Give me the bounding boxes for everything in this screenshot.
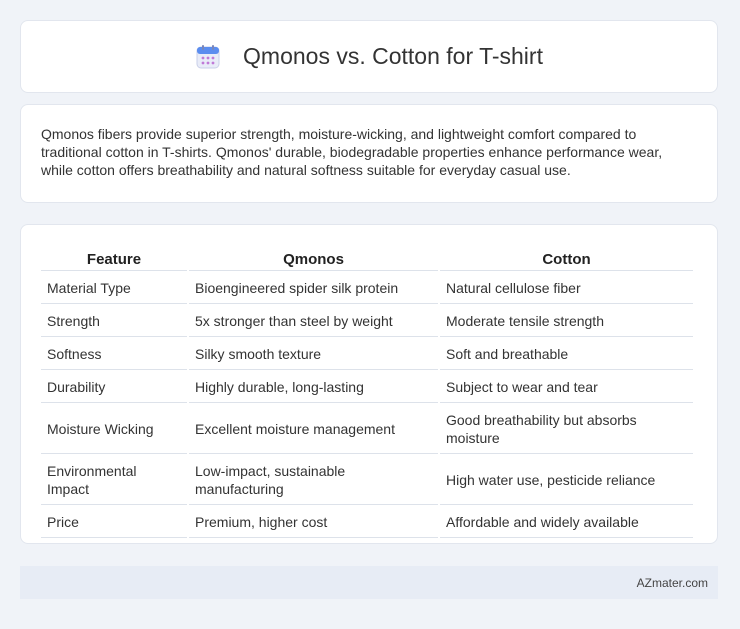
table-row: Environmental Impact Low-impact, sustain… [41,456,693,505]
cotton-cell: Soft and breathable [440,339,693,370]
summary-text: Qmonos fibers provide superior strength,… [41,126,663,178]
cotton-cell: Moderate tensile strength [440,306,693,337]
qmonos-cell: Highly durable, long-lasting [189,372,438,403]
table-row: Strength 5x stronger than steel by weigh… [41,306,693,337]
cotton-cell: High water use, pesticide reliance [440,456,693,505]
table-row: Durability Highly durable, long-lasting … [41,372,693,403]
qmonos-cell: 5x stronger than steel by weight [189,306,438,337]
feature-cell: Moisture Wicking [41,405,187,454]
feature-cell: Softness [41,339,187,370]
header-cotton: Cotton [440,249,693,271]
feature-cell: Material Type [41,273,187,304]
cotton-cell: Natural cellulose fiber [440,273,693,304]
header-feature: Feature [41,249,187,271]
calendar-icon [196,44,220,68]
cotton-cell: Affordable and widely available [440,507,693,538]
cotton-cell: Subject to wear and tear [440,372,693,403]
table-row: Material Type Bioengineered spider silk … [41,273,693,304]
page-title: Qmonos vs. Cotton for T-shirt [243,43,543,69]
feature-cell: Durability [41,372,187,403]
feature-cell: Price [41,507,187,538]
title-card: Qmonos vs. Cotton for T-shirt [20,20,718,93]
footer: AZmater.com [20,566,718,599]
table-row: Price Premium, higher cost Affordable an… [41,507,693,538]
comparison-table-card: Feature Qmonos Cotton Material Type Bioe… [20,224,718,544]
qmonos-cell: Premium, higher cost [189,507,438,538]
feature-cell: Environmental Impact [41,456,187,505]
table-row: Softness Silky smooth texture Soft and b… [41,339,693,370]
footer-brand: AZmater.com [636,575,708,590]
cotton-cell: Good breathability but absorbs moisture [440,405,693,454]
qmonos-cell: Excellent moisture management [189,405,438,454]
qmonos-cell: Low-impact, sustainable manufacturing [189,456,438,505]
feature-cell: Strength [41,306,187,337]
summary-card: Qmonos fibers provide superior strength,… [20,104,718,203]
qmonos-cell: Silky smooth texture [189,339,438,370]
qmonos-cell: Bioengineered spider silk protein [189,273,438,304]
table-header-row: Feature Qmonos Cotton [41,249,693,271]
table-row: Moisture Wicking Excellent moisture mana… [41,405,693,454]
header-qmonos: Qmonos [189,249,438,271]
comparison-table: Feature Qmonos Cotton Material Type Bioe… [39,247,695,540]
